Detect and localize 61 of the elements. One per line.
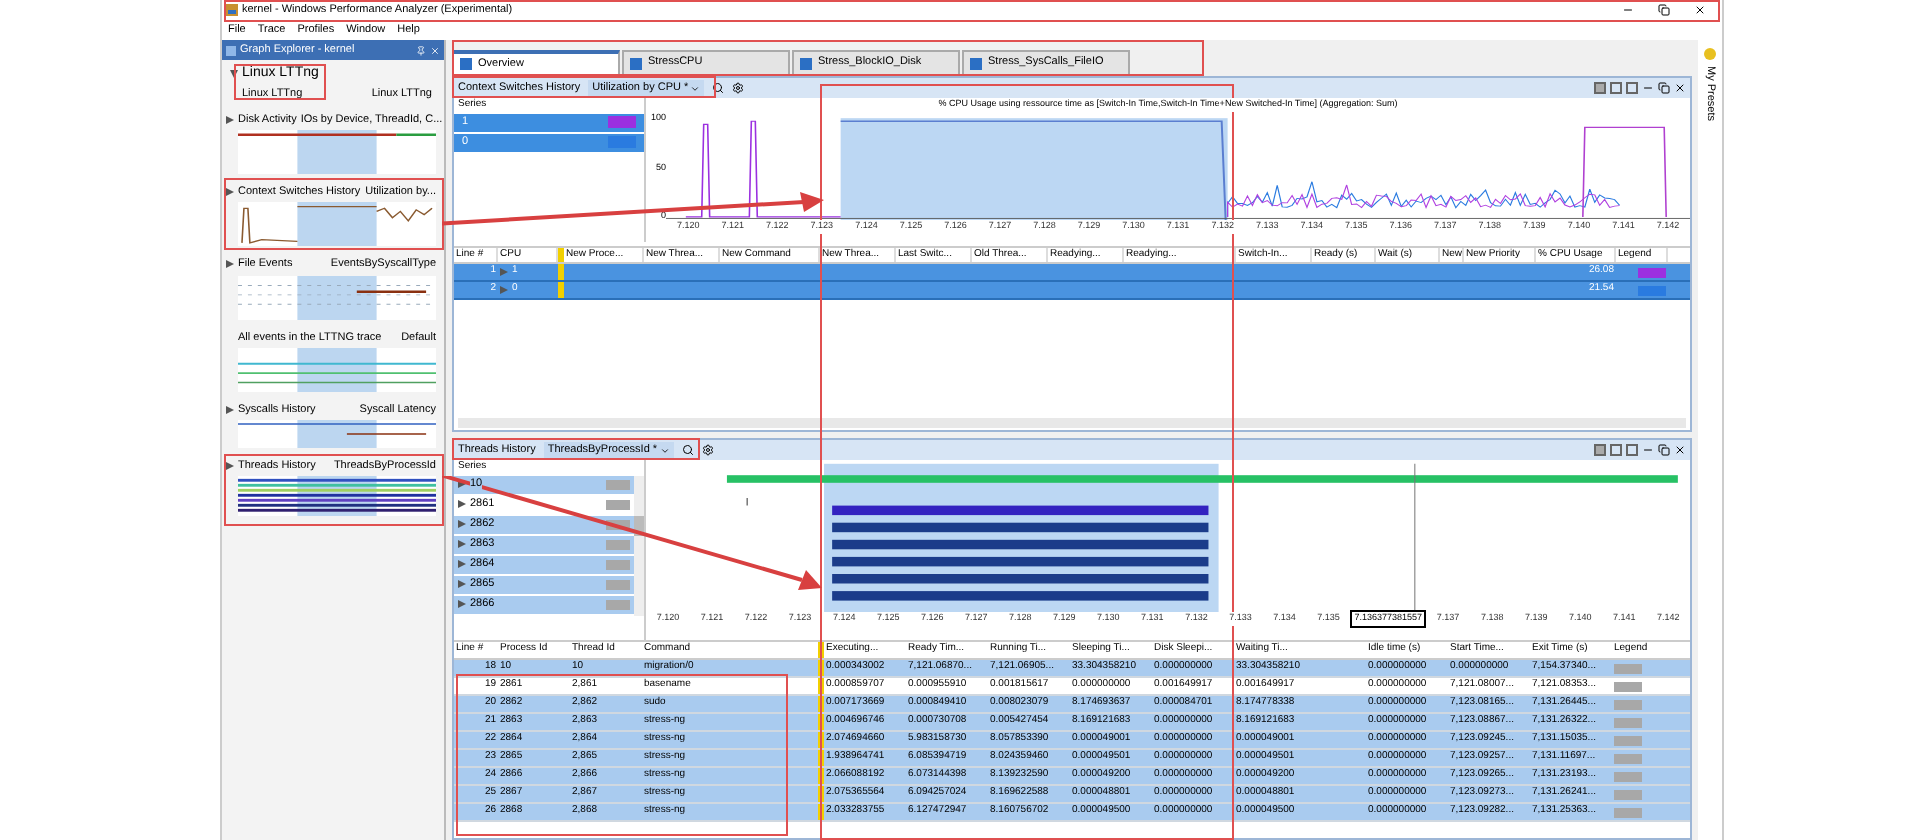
pin-icon[interactable] bbox=[416, 45, 426, 55]
app-icon bbox=[226, 4, 238, 16]
events-thumbnail[interactable] bbox=[238, 347, 436, 392]
scrollbar[interactable] bbox=[458, 418, 1686, 428]
close-icon[interactable] bbox=[1674, 444, 1686, 456]
legend-swatch bbox=[1614, 717, 1642, 727]
expand-icon[interactable] bbox=[226, 115, 234, 124]
close-icon[interactable] bbox=[1674, 82, 1686, 94]
expand-icon[interactable] bbox=[226, 405, 234, 414]
legend-swatch bbox=[1614, 789, 1642, 799]
expand-icon[interactable] bbox=[458, 560, 466, 568]
tab-icon bbox=[630, 57, 642, 69]
minimize-icon[interactable] bbox=[1642, 82, 1654, 94]
legend-swatch bbox=[1614, 735, 1642, 745]
expand-icon[interactable] bbox=[458, 480, 466, 488]
cpu-usage-thumbnail[interactable] bbox=[238, 202, 436, 247]
legend-swatch bbox=[1614, 663, 1642, 673]
series-swatch bbox=[606, 519, 630, 529]
expand-icon[interactable] bbox=[458, 500, 466, 508]
caret-icon bbox=[659, 445, 670, 455]
event-mark bbox=[746, 497, 748, 507]
tab-icon bbox=[460, 58, 472, 70]
expand-icon[interactable] bbox=[230, 70, 238, 79]
series-swatch bbox=[606, 499, 630, 509]
restore-icon[interactable] bbox=[1658, 4, 1670, 16]
expand-icon[interactable] bbox=[458, 600, 466, 608]
expand-icon[interactable] bbox=[226, 188, 234, 197]
series-swatch bbox=[606, 539, 630, 549]
highlight-frame bbox=[234, 64, 326, 100]
series-swatch bbox=[606, 579, 630, 589]
expand-icon[interactable] bbox=[458, 540, 466, 548]
caret-icon bbox=[690, 83, 701, 93]
legend-swatch bbox=[1614, 807, 1642, 817]
expand-icon[interactable] bbox=[226, 462, 234, 471]
maximize-icon[interactable] bbox=[1658, 444, 1670, 456]
tab-icon bbox=[970, 57, 982, 69]
legend-swatch bbox=[1614, 699, 1642, 709]
series-swatch bbox=[606, 559, 630, 569]
settings-icon[interactable] bbox=[732, 82, 745, 94]
minimize-icon[interactable] bbox=[1622, 4, 1634, 16]
disk-activity-thumbnail[interactable] bbox=[238, 130, 436, 174]
search-icon[interactable] bbox=[712, 82, 725, 94]
file-events-thumbnail[interactable] bbox=[238, 275, 436, 319]
maximize-icon[interactable] bbox=[1658, 82, 1670, 94]
threads-thumbnail[interactable] bbox=[238, 476, 436, 517]
series-swatch bbox=[606, 479, 630, 489]
search-icon[interactable] bbox=[681, 444, 694, 456]
expand-icon[interactable] bbox=[458, 520, 466, 528]
series-swatch bbox=[606, 599, 630, 609]
close-icon[interactable] bbox=[1694, 4, 1706, 16]
panel-icon bbox=[226, 45, 236, 55]
legend-swatch bbox=[1614, 771, 1642, 781]
tab-icon bbox=[800, 57, 812, 69]
minimize-icon[interactable] bbox=[1642, 444, 1654, 456]
legend-swatch bbox=[1614, 753, 1642, 763]
expand-icon[interactable] bbox=[226, 260, 234, 269]
legend-swatch bbox=[1614, 681, 1642, 691]
scrollbar[interactable] bbox=[634, 475, 644, 615]
syscalls-thumbnail[interactable] bbox=[238, 420, 436, 448]
expand-icon[interactable] bbox=[458, 580, 466, 588]
settings-icon[interactable] bbox=[701, 444, 714, 456]
